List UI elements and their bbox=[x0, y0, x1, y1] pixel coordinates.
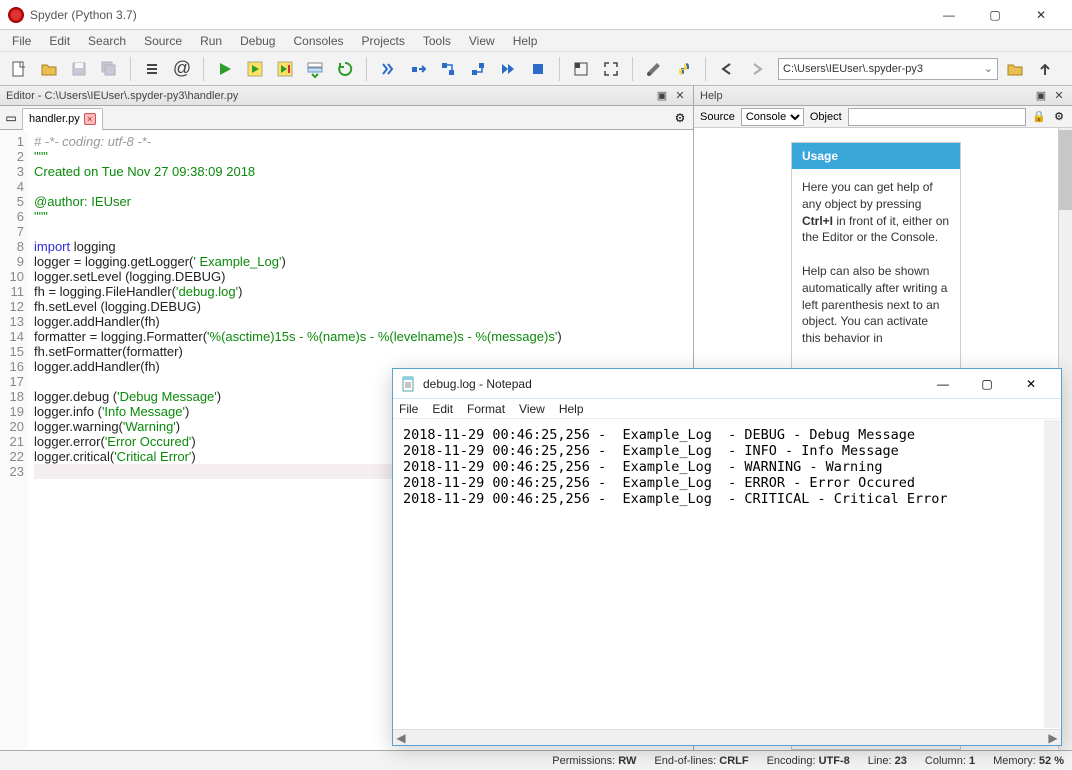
file-tab-handler[interactable]: handler.py × bbox=[22, 108, 103, 130]
undock-help-icon[interactable]: ▣ bbox=[1034, 89, 1048, 103]
menu-source[interactable]: Source bbox=[136, 32, 190, 50]
editor-pane-title: Editor - C:\Users\IEUser\.spyder-py3\han… bbox=[6, 90, 238, 102]
scroll-left-icon[interactable]: ◀ bbox=[393, 730, 409, 745]
run-button[interactable] bbox=[212, 56, 238, 82]
notepad-hscroll[interactable]: ◀ ▶ bbox=[393, 729, 1061, 745]
browse-dir-button[interactable] bbox=[1002, 56, 1028, 82]
maximize-button[interactable]: ▢ bbox=[972, 0, 1018, 30]
menu-run[interactable]: Run bbox=[192, 32, 230, 50]
file-tab-label: handler.py bbox=[29, 113, 80, 125]
chevron-down-icon: ⌄ bbox=[984, 62, 993, 75]
save-all-button[interactable] bbox=[96, 56, 122, 82]
open-file-button[interactable] bbox=[36, 56, 62, 82]
python-path-button[interactable] bbox=[671, 56, 697, 82]
menu-edit[interactable]: Edit bbox=[41, 32, 78, 50]
scroll-right-icon[interactable]: ▶ bbox=[1045, 730, 1061, 745]
spyder-titlebar: Spyder (Python 3.7) — ▢ ✕ bbox=[0, 0, 1072, 30]
notepad-menu-help[interactable]: Help bbox=[559, 402, 584, 416]
undock-icon[interactable]: ▣ bbox=[655, 89, 669, 103]
save-button[interactable] bbox=[66, 56, 92, 82]
notepad-maximize[interactable]: ▢ bbox=[965, 370, 1009, 398]
notepad-vscroll[interactable] bbox=[1044, 420, 1060, 728]
notepad-titlebar[interactable]: debug.log - Notepad — ▢ ✕ bbox=[393, 369, 1061, 399]
close-help-icon[interactable]: ✕ bbox=[1052, 89, 1066, 103]
editor-pane-header: Editor - C:\Users\IEUser\.spyder-py3\han… bbox=[0, 86, 693, 106]
usage-title: Usage bbox=[792, 143, 960, 169]
minimize-button[interactable]: — bbox=[926, 0, 972, 30]
gear-icon[interactable]: ⚙ bbox=[673, 111, 687, 125]
close-pane-icon[interactable]: ✕ bbox=[673, 89, 687, 103]
notepad-menu-file[interactable]: File bbox=[399, 402, 418, 416]
debug-button[interactable] bbox=[375, 56, 401, 82]
parent-dir-button[interactable] bbox=[1032, 56, 1058, 82]
new-file-button[interactable] bbox=[6, 56, 32, 82]
editor-tabbar: ▭ handler.py × ⚙ bbox=[0, 106, 693, 130]
menu-projects[interactable]: Projects bbox=[354, 32, 413, 50]
menu-tools[interactable]: Tools bbox=[415, 32, 459, 50]
notepad-body[interactable]: 2018-11-29 00:46:25,256 - Example_Log - … bbox=[393, 419, 1061, 729]
source-combo[interactable]: Console bbox=[741, 108, 804, 126]
statusbar: Permissions: RW End-of-lines: CRLF Encod… bbox=[0, 750, 1072, 770]
menu-file[interactable]: File bbox=[4, 32, 39, 50]
usage-body: Here you can get help of any object by p… bbox=[792, 169, 960, 357]
object-label: Object bbox=[810, 111, 842, 123]
window-title: Spyder (Python 3.7) bbox=[30, 8, 926, 22]
notepad-menu-edit[interactable]: Edit bbox=[432, 402, 453, 416]
run-cell-button[interactable] bbox=[242, 56, 268, 82]
notepad-title: debug.log - Notepad bbox=[423, 377, 921, 391]
fullscreen-button[interactable] bbox=[598, 56, 624, 82]
notepad-menubar: File Edit Format View Help bbox=[393, 399, 1061, 419]
run-selection-button[interactable] bbox=[302, 56, 328, 82]
continue-button[interactable] bbox=[495, 56, 521, 82]
step-out-button[interactable] bbox=[465, 56, 491, 82]
working-dir-text: C:\Users\IEUser\.spyder-py3 bbox=[783, 63, 923, 75]
notepad-minimize[interactable]: — bbox=[921, 370, 965, 398]
preferences-button[interactable] bbox=[641, 56, 667, 82]
object-input[interactable] bbox=[848, 108, 1026, 126]
menu-help[interactable]: Help bbox=[505, 32, 546, 50]
forward-button[interactable] bbox=[744, 56, 770, 82]
help-gear-icon[interactable]: ⚙ bbox=[1052, 110, 1066, 124]
run-cell-advance-button[interactable] bbox=[272, 56, 298, 82]
notepad-icon bbox=[401, 376, 417, 392]
source-label: Source bbox=[700, 111, 735, 123]
notepad-close[interactable]: ✕ bbox=[1009, 370, 1053, 398]
tool1-button[interactable] bbox=[568, 56, 594, 82]
line-gutter: 1234567891011121314151617181920212223 bbox=[0, 130, 28, 750]
lock-icon[interactable]: 🔒 bbox=[1032, 110, 1046, 124]
working-dir-combo[interactable]: C:\Users\IEUser\.spyder-py3 ⌄ bbox=[778, 58, 998, 80]
help-toolbar: Source Console Object 🔒 ⚙ bbox=[694, 106, 1072, 128]
menu-search[interactable]: Search bbox=[80, 32, 134, 50]
step-over-button[interactable] bbox=[405, 56, 431, 82]
menu-view[interactable]: View bbox=[461, 32, 503, 50]
notepad-menu-format[interactable]: Format bbox=[467, 402, 505, 416]
spyder-logo-icon bbox=[8, 7, 24, 23]
help-pane-title: Help bbox=[700, 90, 723, 102]
menu-debug[interactable]: Debug bbox=[232, 32, 283, 50]
step-into-button[interactable] bbox=[435, 56, 461, 82]
tab-close-icon[interactable]: × bbox=[84, 113, 96, 125]
close-button[interactable]: ✕ bbox=[1018, 0, 1064, 30]
list-button[interactable] bbox=[139, 56, 165, 82]
back-button[interactable] bbox=[714, 56, 740, 82]
menubar: FileEditSearchSourceRunDebugConsolesProj… bbox=[0, 30, 1072, 52]
main-toolbar: @ C:\Users\IEUser\.spyder-py3 ⌄ bbox=[0, 52, 1072, 86]
rerun-button[interactable] bbox=[332, 56, 358, 82]
notepad-menu-view[interactable]: View bbox=[519, 402, 545, 416]
at-button[interactable]: @ bbox=[169, 56, 195, 82]
stop-debug-button[interactable] bbox=[525, 56, 551, 82]
tab-list-icon[interactable]: ▭ bbox=[4, 111, 18, 125]
notepad-window[interactable]: debug.log - Notepad — ▢ ✕ File Edit Format… bbox=[392, 368, 1062, 746]
menu-consoles[interactable]: Consoles bbox=[285, 32, 351, 50]
help-pane-header: Help ▣ ✕ bbox=[694, 86, 1072, 106]
